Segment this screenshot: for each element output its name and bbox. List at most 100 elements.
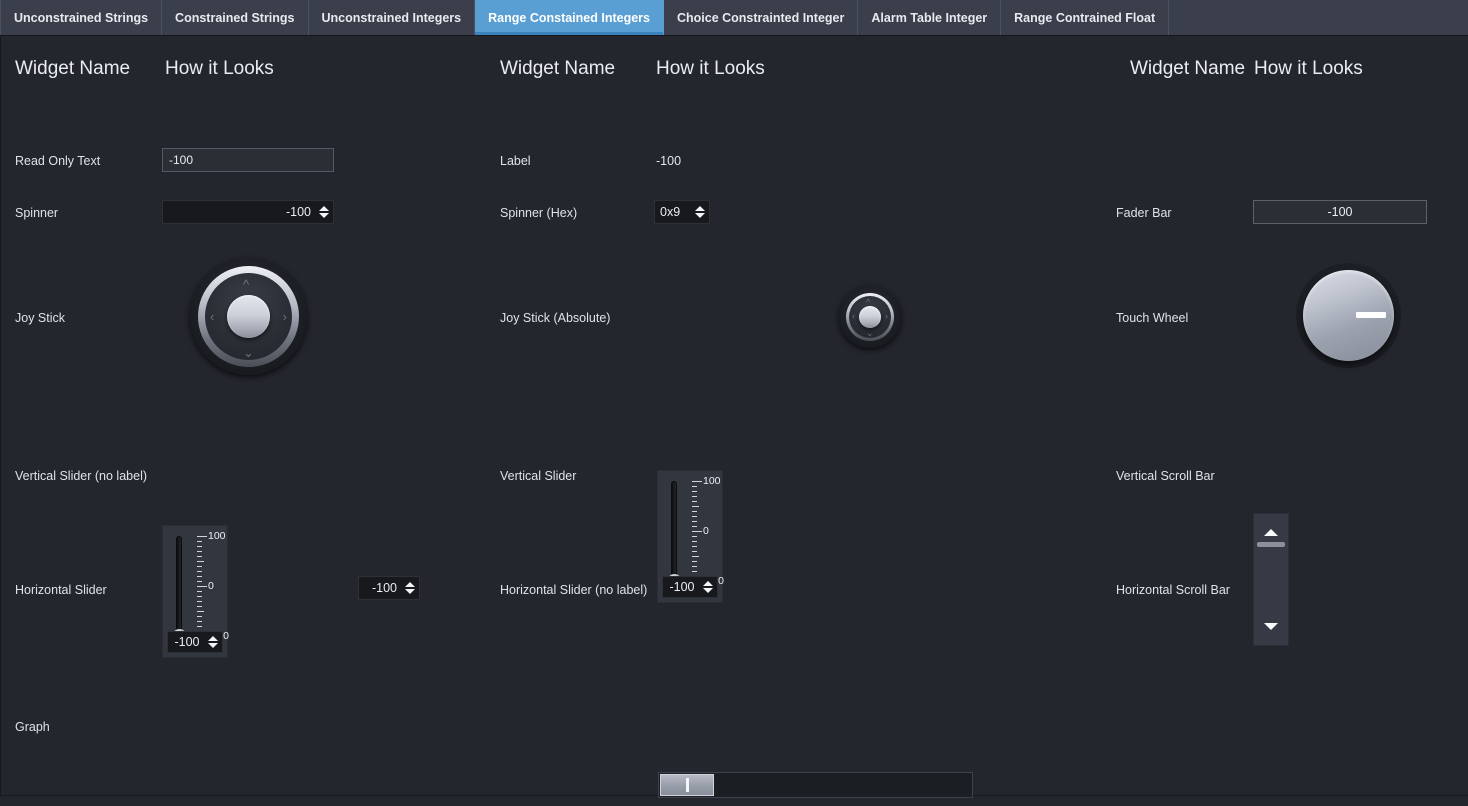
horizontal-slider-no-label-handle[interactable] bbox=[660, 774, 714, 796]
tab-label: Unconstrained Integers bbox=[321, 10, 462, 25]
spinner-down-icon[interactable] bbox=[404, 589, 415, 594]
vertical-slider-no-label-widget[interactable]: 100 0 -100 -100 bbox=[162, 525, 229, 658]
column-middle-header-widget-name: Widget Name bbox=[500, 58, 616, 79]
vertical-slider-spinner-value: -100 bbox=[669, 580, 695, 594]
joystick-absolute-down-arrow-icon[interactable]: ⌄ bbox=[866, 329, 874, 338]
label-graph: Graph bbox=[15, 720, 50, 734]
tick-minor bbox=[197, 621, 202, 622]
tab-alarm-table-integer[interactable]: Alarm Table Integer bbox=[858, 0, 1002, 35]
tick-minor bbox=[197, 591, 202, 592]
spinner-widget[interactable]: -100 bbox=[162, 200, 334, 224]
joystick-knob[interactable] bbox=[227, 295, 270, 338]
vertical-slider-spinner[interactable]: -100 bbox=[167, 631, 223, 653]
vertical-slider-track[interactable] bbox=[176, 536, 182, 636]
spinner-hex-value: 0x9 bbox=[660, 205, 681, 219]
joystick-up-arrow-icon[interactable]: ^ bbox=[243, 278, 249, 291]
tab-range-contrained-float[interactable]: Range Contrained Float bbox=[1001, 0, 1170, 35]
tick-major bbox=[692, 481, 702, 482]
label-horizontal-slider: Horizontal Slider bbox=[15, 583, 107, 597]
tick-minor bbox=[692, 496, 697, 497]
tick-minor bbox=[197, 606, 202, 607]
joystick-absolute-right-arrow-icon[interactable]: › bbox=[885, 312, 888, 321]
horizontal-slider-spinner-arrows[interactable] bbox=[403, 577, 419, 599]
tick-minor bbox=[197, 581, 202, 582]
vertical-slider-tick-label-top: 100 bbox=[208, 530, 226, 542]
spinner-hex-arrows[interactable] bbox=[693, 201, 709, 223]
tick-minor bbox=[197, 616, 202, 617]
tick-minor bbox=[692, 521, 697, 522]
spinner-down-icon[interactable] bbox=[694, 213, 705, 218]
spinner-arrows[interactable] bbox=[317, 201, 333, 223]
touch-wheel-indicator bbox=[1356, 312, 1386, 318]
spinner-down-icon[interactable] bbox=[207, 643, 218, 648]
spinner-hex-widget[interactable]: 0x9 bbox=[654, 200, 710, 224]
tick-minor bbox=[692, 501, 697, 502]
read-only-text-widget: -100 bbox=[162, 148, 334, 172]
spinner-down-icon[interactable] bbox=[702, 588, 713, 593]
fader-bar-widget[interactable]: -100 bbox=[1253, 200, 1427, 224]
tick-minor bbox=[692, 571, 697, 572]
vertical-slider-spinner-field[interactable]: -100 bbox=[662, 576, 718, 598]
scroll-up-arrow-icon[interactable] bbox=[1264, 529, 1278, 536]
tab-label: Choice Constrainted Integer bbox=[676, 10, 845, 25]
horizontal-slider-spinner[interactable]: -100 bbox=[358, 576, 420, 600]
tick-minor bbox=[197, 541, 202, 542]
tick-minor bbox=[197, 576, 202, 577]
tick-minor bbox=[692, 546, 697, 547]
label-spinner: Spinner bbox=[15, 206, 59, 220]
tab-unconstrained-integers[interactable]: Unconstrained Integers bbox=[309, 0, 476, 35]
joystick-absolute-widget[interactable]: ^ ‹ › ⌄ bbox=[839, 286, 901, 348]
spinner-up-icon[interactable] bbox=[318, 206, 329, 211]
joystick-widget[interactable]: ^ ‹ › ⌄ bbox=[190, 258, 307, 375]
spinner-up-icon[interactable] bbox=[404, 582, 415, 587]
vertical-slider-spinner-arrows[interactable] bbox=[701, 577, 717, 597]
vertical-slider-spinner-field[interactable]: -100 bbox=[167, 631, 223, 653]
spinner-field[interactable]: -100 bbox=[162, 200, 334, 224]
label-vertical-slider: Vertical Slider bbox=[500, 469, 577, 483]
tab-label: Unconstrained Strings bbox=[14, 10, 149, 25]
tab-label: Constrained Strings bbox=[175, 10, 295, 25]
tick-minor bbox=[692, 536, 697, 537]
tick-minor bbox=[197, 566, 202, 567]
joystick-left-arrow-icon[interactable]: ‹ bbox=[210, 310, 214, 323]
column-right-header-widget-name: Widget Name bbox=[1130, 58, 1246, 79]
label-vertical-scroll-bar: Vertical Scroll Bar bbox=[1116, 469, 1215, 483]
spinner-up-icon[interactable] bbox=[694, 206, 705, 211]
tick-minor bbox=[197, 611, 204, 612]
horizontal-slider-spinner-field[interactable]: -100 bbox=[358, 576, 420, 600]
spinner-hex-field[interactable]: 0x9 bbox=[654, 200, 710, 224]
vertical-scroll-bar-widget[interactable] bbox=[1253, 513, 1289, 646]
joystick-absolute-knob[interactable] bbox=[859, 306, 881, 328]
horizontal-slider-no-label-widget[interactable] bbox=[658, 772, 973, 798]
vertical-slider-tick-label-mid: 0 bbox=[703, 525, 709, 537]
spinner-up-icon[interactable] bbox=[207, 636, 218, 641]
spinner-up-icon[interactable] bbox=[702, 581, 713, 586]
tick-minor bbox=[197, 561, 204, 562]
tab-choice-constrainted-integer[interactable]: Choice Constrainted Integer bbox=[664, 0, 859, 35]
label-vertical-slider-no-label: Vertical Slider (no label) bbox=[15, 469, 148, 483]
tick-major bbox=[197, 586, 207, 587]
label-joy-stick-absolute: Joy Stick (Absolute) bbox=[500, 311, 611, 325]
vertical-scroll-thumb[interactable] bbox=[1257, 542, 1285, 547]
vertical-slider-spinner[interactable]: -100 bbox=[662, 576, 718, 598]
label-read-only-text: Read Only Text bbox=[15, 154, 101, 168]
joystick-right-arrow-icon[interactable]: › bbox=[283, 310, 287, 323]
joystick-absolute-left-arrow-icon[interactable]: ‹ bbox=[852, 312, 855, 321]
vertical-slider-widget[interactable]: 100 0 -100 -100 bbox=[657, 470, 724, 603]
tab-range-constained-integers[interactable]: Range Constained Integers bbox=[475, 0, 664, 35]
joystick-down-arrow-icon[interactable]: ⌄ bbox=[243, 346, 254, 359]
spinner-value: -100 bbox=[285, 205, 311, 219]
spinner-down-icon[interactable] bbox=[318, 213, 329, 218]
label-joy-stick: Joy Stick bbox=[15, 311, 66, 325]
vertical-slider-spinner-arrows[interactable] bbox=[206, 632, 222, 652]
tab-constrained-strings[interactable]: Constrained Strings bbox=[162, 0, 309, 35]
label-horizontal-scroll-bar: Horizontal Scroll Bar bbox=[1116, 583, 1230, 597]
tick-minor bbox=[692, 486, 697, 487]
touch-wheel-widget[interactable] bbox=[1296, 263, 1401, 368]
column-left: Widget Name How it Looks Read Only Text … bbox=[1, 36, 486, 796]
column-middle: Widget Name How it Looks Label -100 Spin… bbox=[486, 36, 1116, 798]
tab-unconstrained-strings[interactable]: Unconstrained Strings bbox=[0, 0, 163, 35]
scroll-down-arrow-icon[interactable] bbox=[1264, 623, 1278, 630]
vertical-slider-track[interactable] bbox=[671, 481, 677, 581]
tick-minor bbox=[692, 491, 697, 492]
